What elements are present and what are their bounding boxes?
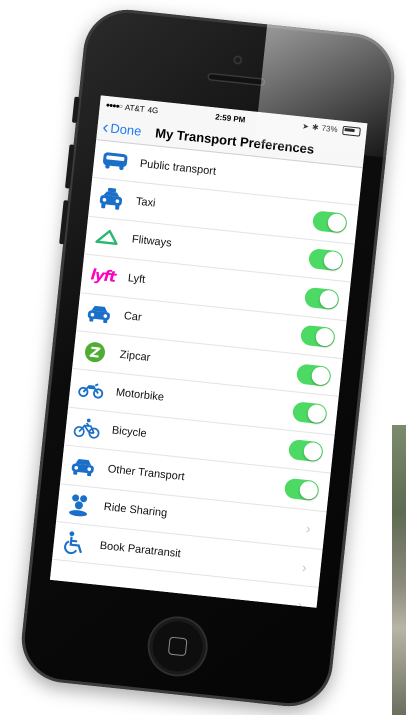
background-photo xyxy=(392,425,406,715)
chevron-left-icon: ‹ xyxy=(101,116,110,138)
car-icon xyxy=(69,454,97,479)
flitways-toggle[interactable] xyxy=(307,248,344,272)
list-item-label: Car xyxy=(123,310,143,325)
earpiece-speaker xyxy=(207,72,266,87)
chevron-right-icon: › xyxy=(297,596,304,608)
bluetooth-icon: ✱ xyxy=(311,122,320,132)
network-type: 4G xyxy=(147,104,159,115)
chevron-right-icon: › xyxy=(305,520,312,537)
done-label: Done xyxy=(109,120,143,139)
car-toggle[interactable] xyxy=(299,324,336,349)
wheelchair-icon xyxy=(61,530,89,555)
group-icon xyxy=(65,492,93,517)
phone-frame: ●●●●○ AT&T 4G 2:59 PM ➤ ✱ 73% ‹ Done My … xyxy=(17,5,399,711)
list-item-label xyxy=(96,583,298,604)
empty-icon-slot xyxy=(57,569,85,594)
done-button[interactable]: ‹ Done xyxy=(101,116,143,140)
lyft-logo-icon: lyft xyxy=(89,265,117,286)
volume-up-button xyxy=(64,144,75,189)
lyft-toggle[interactable] xyxy=(303,286,340,311)
home-button[interactable] xyxy=(146,615,209,678)
other-transport-toggle[interactable] xyxy=(283,477,320,502)
carrier-name: AT&T xyxy=(124,102,146,114)
transport-list: Public transport Taxi Flitways lyft Lyft… xyxy=(49,140,363,608)
chevron-right-icon: › xyxy=(301,558,308,576)
list-item-label: Other Transport xyxy=(107,462,186,483)
zipcar-logo-icon xyxy=(81,339,109,364)
battery-icon xyxy=(342,125,361,137)
list-item-label: Zipcar xyxy=(119,348,151,364)
taxi-toggle[interactable] xyxy=(311,210,348,234)
bicycle-toggle[interactable] xyxy=(287,439,324,463)
location-arrow-icon: ➤ xyxy=(301,121,310,131)
mute-switch xyxy=(71,96,80,124)
list-item-label: Taxi xyxy=(135,195,157,210)
zipcar-toggle[interactable] xyxy=(295,363,332,387)
front-camera xyxy=(232,55,243,65)
list-item-label: Motorbike xyxy=(115,386,165,404)
list-item-label: Bicycle xyxy=(111,424,148,441)
volume-down-button xyxy=(59,200,69,245)
motorbike-toggle[interactable] xyxy=(291,401,328,425)
signal-dots-icon: ●●●●○ xyxy=(105,101,123,111)
flitways-logo-icon xyxy=(93,225,121,250)
motorbike-icon xyxy=(77,378,105,403)
bicycle-icon xyxy=(73,416,101,441)
status-time: 2:59 PM xyxy=(214,111,246,125)
phone-screen: ●●●●○ AT&T 4G 2:59 PM ➤ ✱ 73% ‹ Done My … xyxy=(49,95,368,608)
list-item-label: Flitways xyxy=(131,233,173,250)
list-item-label: Lyft xyxy=(127,272,146,286)
taxi-icon xyxy=(97,187,125,212)
car-icon xyxy=(85,301,113,326)
battery-percent: 73% xyxy=(321,123,339,134)
bus-icon xyxy=(101,149,129,174)
